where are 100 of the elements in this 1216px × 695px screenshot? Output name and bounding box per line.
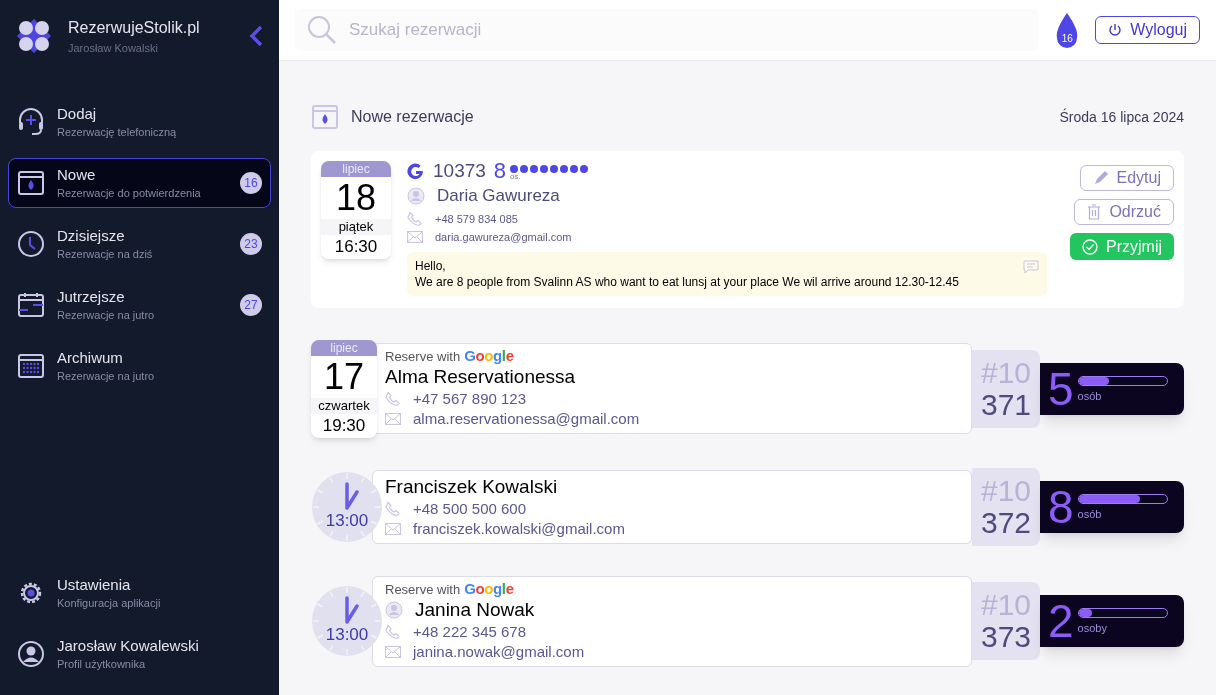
nav-title: Archiwum: [57, 347, 124, 368]
headset-add-icon: [17, 106, 45, 137]
source-label: Reserve with: [385, 349, 461, 365]
reservation-card[interactable]: Franciszek Kowalski +48 500 500 600 franciszek.kowalski@gmail.com: [372, 469, 972, 544]
email-address: daria.gawureza@gmail.com: [435, 230, 572, 245]
guest-unit: os.: [510, 173, 522, 181]
search-icon: [307, 15, 337, 45]
pencil-icon: [1092, 170, 1109, 186]
google-wordmark: Google: [464, 348, 514, 364]
time-label: 16:30: [334, 236, 378, 258]
mail-icon: [385, 522, 401, 535]
phone-number: +48 222 345 678: [413, 621, 527, 642]
reservation-card[interactable]: Reserve with Google Janina Nowak +48 222 345 678 janina.nowak@gmail.com: [372, 575, 972, 667]
party-unit: osoby: [1077, 622, 1108, 634]
mail-icon: [385, 645, 401, 658]
message-text: We are 8 people from Svalinn AS who want to eat lunsj at your place We wil arrive around 12.30-12.45: [415, 273, 960, 290]
sidebar-item[interactable]: Dodaj Rezerwację telefoniczną: [8, 96, 271, 147]
clock-face: [312, 586, 382, 656]
guest-name: Franciszek Kowalski: [385, 474, 558, 499]
guest-count: 8: [493, 161, 507, 181]
email-address: janina.nowak@gmail.com: [413, 641, 585, 662]
trash-icon: [1087, 204, 1102, 220]
sidebar-item[interactable]: Ustawienia Konfiguracja aplikacji: [8, 568, 271, 618]
nav-title: Ustawienia: [57, 575, 132, 595]
clock-face: [312, 471, 382, 542]
edit-button[interactable]: Edytuj: [1079, 165, 1174, 191]
search-input[interactable]: Szukaj rezerwacji: [349, 17, 1028, 43]
month-label: lipiec: [321, 161, 391, 177]
count-badge: 16: [240, 171, 262, 194]
nav-subtitle: Konfiguracja aplikacji: [57, 596, 162, 611]
sidebar-item[interactable]: Nowe Rezerwacje do potwierdzenia 16: [8, 157, 271, 208]
weekday-label: piątek: [321, 219, 391, 235]
search-field[interactable]: Szukaj rezerwacji: [295, 9, 1040, 51]
phone-number: +48 579 834 085: [435, 211, 518, 227]
party-size: 5: [1048, 365, 1074, 412]
calendar-icon: [17, 290, 45, 319]
app-name: RezerwujeStolik.pl: [68, 18, 201, 38]
clock-time: 13:00: [324, 509, 370, 532]
google-g-icon: [407, 163, 425, 181]
nav-subtitle: Rezerwacje na dziś: [57, 246, 154, 262]
logout-button[interactable]: Wyloguj: [1095, 16, 1200, 44]
reject-button[interactable]: Odrzuć: [1074, 199, 1174, 225]
party-unit: osób: [1077, 389, 1103, 402]
sidebar-item[interactable]: Jutrzejsze Rezerwacje na jutro 27: [8, 279, 271, 330]
reservation-number: 10373: [433, 161, 486, 181]
check-circle-icon: [1082, 238, 1098, 255]
count-badge: 27: [240, 293, 262, 316]
comment-icon: [1023, 259, 1039, 274]
collapse-chevron-icon[interactable]: [249, 25, 263, 48]
month-label: lipiec: [311, 339, 377, 356]
guest-name: Janina Nowak: [415, 597, 535, 622]
person-icon: [385, 600, 403, 619]
nav-title: Dodaj: [57, 103, 98, 124]
weekday-label: czwartek: [311, 397, 377, 414]
nav-subtitle: Rezerwacje na jutro: [57, 307, 156, 323]
guest-name: Alma Reservationessa: [385, 365, 576, 389]
google-wordmark: Google: [464, 580, 514, 597]
message-text: Hello,: [415, 257, 447, 274]
phone-icon: [407, 210, 423, 227]
calendar-drop-icon: [17, 168, 45, 197]
section-title: Nowe rezerwacje: [351, 107, 474, 127]
nav-title: Jarosław Kowalewski: [57, 636, 200, 656]
nav-title: Nowe: [57, 164, 97, 185]
power-icon: [1108, 23, 1123, 37]
app-logo: [16, 18, 52, 55]
phone-icon: [385, 500, 401, 517]
phone-icon: [385, 391, 401, 407]
current-date: Środa 16 lipca 2024: [1059, 107, 1184, 127]
day-number: 18: [335, 177, 376, 219]
clock-icon: [17, 229, 45, 258]
source-label: Reserve with: [385, 581, 461, 598]
party-size: 8: [1048, 483, 1074, 530]
sidebar-item[interactable]: Dzisiejsze Rezerwacje na dziś 23: [8, 218, 271, 269]
sidebar-item[interactable]: Jarosław Kowalewski Profil użytkownika: [8, 629, 271, 679]
nav-subtitle: Profil użytkownika: [57, 657, 147, 672]
number-suffix: 373: [980, 621, 1032, 653]
nav-title: Dzisiejsze: [57, 225, 126, 246]
sidebar-item[interactable]: Archiwum Rezerwacje na jutro: [8, 340, 271, 391]
notification-count: 16: [1060, 32, 1074, 46]
email-address: alma.reservationessa@gmail.com: [413, 409, 640, 429]
count-badge: 23: [240, 232, 262, 255]
mail-icon: [385, 413, 401, 425]
phone-icon: [385, 623, 401, 640]
party-unit: osób: [1077, 507, 1103, 520]
party-size: 2: [1048, 598, 1074, 644]
calendar-drop-icon: [311, 103, 339, 131]
mail-icon: [407, 231, 423, 244]
number-suffix: 372: [980, 506, 1032, 539]
phone-number: +48 500 500 600: [413, 498, 527, 519]
nav-subtitle: Rezerwacje do potwierdzenia: [57, 185, 202, 201]
email-address: franciszek.kowalski@gmail.com: [413, 518, 625, 539]
guest-name: Daria Gawureza: [437, 185, 560, 207]
time-label: 19:30: [322, 414, 366, 437]
number-suffix: 371: [980, 388, 1032, 421]
nav-subtitle: Rezerwacje na jutro: [57, 368, 156, 384]
phone-number: +47 567 890 123: [413, 389, 527, 409]
clock-time: 13:00: [324, 624, 370, 646]
nav-title: Jutrzejsze: [57, 286, 126, 307]
nav-subtitle: Rezerwację telefoniczną: [57, 124, 178, 140]
drop-icon[interactable]: [1055, 12, 1080, 48]
